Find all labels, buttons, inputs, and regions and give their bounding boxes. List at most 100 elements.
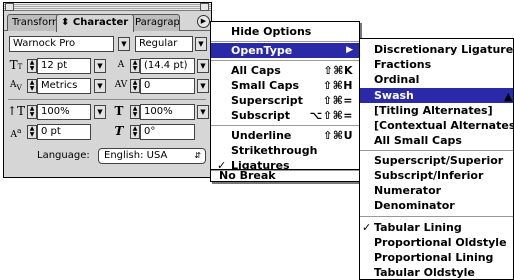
menu-item-titling-alternates[interactable]: [Titling Alternates]: [360, 103, 513, 118]
vertical-scale-dropdown[interactable]: ▼: [94, 105, 106, 119]
kerning-field[interactable]: Metrics: [37, 78, 91, 94]
menu-item-label: Hide Options: [231, 25, 312, 38]
menu-separator: [211, 60, 359, 61]
menu-item-label: No Break: [219, 169, 276, 182]
font-size-dropdown[interactable]: ▼: [94, 59, 106, 73]
palette-divider: [8, 99, 206, 100]
menu-item-label: Discretionary Ligatures: [374, 43, 514, 56]
vertical-scale-field[interactable]: 100%: [37, 104, 91, 120]
menu-item-superscript-superior[interactable]: Superscript/Superior: [360, 153, 513, 168]
menu-item-label: Subscript: [231, 109, 291, 122]
font-style-dropdown[interactable]: ▼: [195, 37, 207, 51]
skew-icon: T: [114, 124, 124, 138]
tracking-field[interactable]: 0: [140, 78, 195, 94]
menu-item-label: Denominator: [374, 199, 455, 212]
palette-titlebar[interactable]: [4, 3, 211, 11]
menu-item-shortcut: ⌥⇧⌘=: [309, 109, 353, 122]
leading-dropdown[interactable]: ▼: [197, 59, 209, 73]
menu-item-tabular-oldstyle[interactable]: Tabular Oldstyle: [360, 265, 513, 279]
kerning-dropdown[interactable]: ▼: [94, 79, 106, 93]
menu-item-tabular-lining[interactable]: ✓ Tabular Lining: [360, 220, 513, 235]
menu-item-numerator[interactable]: Numerator: [360, 183, 513, 198]
skew-field[interactable]: 0°: [140, 124, 195, 140]
vertical-scale-stepper[interactable]: ▲ ▼: [27, 105, 37, 119]
character-palette: Transform ⬍ Character Paragraph ▶ Warnoc…: [3, 2, 212, 178]
menu-item-discretionary-ligatures[interactable]: Discretionary Ligatures: [360, 42, 514, 57]
menu-item-ordinal[interactable]: Ordinal: [360, 72, 513, 87]
menu-item-underline[interactable]: Underline ⇧⌘U: [211, 128, 359, 143]
tracking-icon: AV: [114, 80, 128, 90]
menu-item-label: Ordinal: [374, 73, 420, 86]
checkmark-icon: ✓: [362, 221, 372, 234]
font-family-field[interactable]: Warnock Pro: [9, 36, 114, 52]
tab-transform[interactable]: Transform: [7, 14, 62, 31]
menu-item-hide-options[interactable]: Hide Options: [211, 24, 359, 39]
vertical-scale-icon: ↑T: [7, 104, 26, 118]
font-size-field[interactable]: 12 pt: [37, 58, 91, 74]
updown-arrows-icon: ⇵: [194, 151, 201, 160]
menu-item-label: Numerator: [374, 184, 442, 197]
horizontal-scale-icon: T: [114, 104, 124, 118]
menu-item-subscript[interactable]: Subscript ⌥⇧⌘=: [211, 108, 359, 123]
leading-field[interactable]: (14.4 pt): [140, 58, 195, 74]
kerning-stepper[interactable]: ▲ ▼: [27, 79, 37, 93]
menu-item-proportional-oldstyle[interactable]: Proportional Oldstyle: [360, 235, 513, 250]
menu-item-swash[interactable]: Swash ▲: [360, 88, 513, 103]
skew-stepper[interactable]: ▲ ▼: [130, 125, 140, 139]
font-size-stepper[interactable]: ▲ ▼: [27, 59, 37, 73]
submenu-arrow-icon: ▶: [346, 45, 353, 55]
menu-item-label: OpenType: [231, 44, 293, 57]
language-label: Language:: [37, 150, 90, 161]
close-box[interactable]: [5, 3, 14, 11]
menu-item-all-caps[interactable]: All Caps ⇧⌘K: [211, 63, 359, 78]
horizontal-scale-stepper[interactable]: ▲ ▼: [130, 105, 140, 119]
horizontal-scale-field[interactable]: 100%: [140, 104, 195, 120]
menu-item-label: Tabular Lining: [374, 221, 462, 234]
palette-menu-button[interactable]: ▶: [197, 15, 210, 28]
menu-item-proportional-lining[interactable]: Proportional Lining: [360, 250, 513, 265]
leading-stepper[interactable]: ▲ ▼: [130, 59, 140, 73]
menu-item-superscript[interactable]: Superscript ⇧⌘=: [211, 93, 359, 108]
menu-item-fractions[interactable]: Fractions: [360, 57, 513, 72]
menu-separator: [360, 150, 513, 151]
mouse-pointer-icon: ▲: [504, 90, 513, 103]
leading-icon: A: [117, 60, 125, 70]
menu-item-label: [Contextual Alternates]: [374, 119, 514, 132]
menu-separator: [360, 216, 513, 217]
tab-paragraph[interactable]: Paragraph: [130, 14, 180, 31]
palette-options-menu: Hide Options OpenType ▶ All Caps ⇧⌘K Sma…: [210, 21, 360, 172]
menu-item-small-caps[interactable]: Small Caps ⇧⌘H: [211, 78, 359, 93]
menu-item-shortcut: ⇧⌘U: [323, 129, 353, 142]
menu-item-label: Fractions: [374, 58, 432, 71]
menu-item-all-small-caps[interactable]: All Small Caps: [360, 133, 513, 148]
menu-item-shortcut: ⇧⌘K: [323, 64, 353, 77]
tracking-stepper[interactable]: ▲ ▼: [130, 79, 140, 93]
menu-item-subscript-inferior[interactable]: Subscript/Inferior: [360, 168, 513, 183]
menu-item-label: Underline: [231, 129, 292, 142]
baseline-shift-field[interactable]: 0 pt: [37, 124, 91, 140]
menu-item-label: Tabular Oldstyle: [374, 266, 475, 279]
kerning-icon: AV: [10, 80, 22, 92]
menu-item-label: Strikethrough: [231, 144, 318, 157]
menu-item-label: Swash: [374, 89, 414, 102]
language-value: English: USA: [104, 150, 168, 161]
tab-character[interactable]: ⬍ Character: [56, 14, 134, 32]
menu-item-label: All Small Caps: [374, 134, 462, 147]
opentype-submenu: Discretionary Ligatures Fractions Ordina…: [359, 38, 514, 280]
menu-item-contextual-alternates[interactable]: [Contextual Alternates]: [360, 118, 514, 133]
font-family-dropdown[interactable]: ▼: [118, 37, 130, 51]
baseline-shift-stepper[interactable]: ▲ ▼: [27, 125, 37, 139]
menu-item-no-break[interactable]: No Break: [211, 168, 359, 183]
font-style-field[interactable]: Regular: [135, 36, 193, 52]
horizontal-scale-dropdown[interactable]: ▼: [197, 105, 209, 119]
language-select[interactable]: English: USA ⇵: [98, 148, 206, 164]
tracking-dropdown[interactable]: ▼: [197, 79, 209, 93]
menu-item-label: All Caps: [231, 64, 281, 77]
menu-item-label: Superscript/Superior: [374, 154, 504, 167]
menu-item-denominator[interactable]: Denominator: [360, 198, 513, 213]
menu-item-opentype[interactable]: OpenType ▶: [211, 43, 359, 58]
menu-tail: No Break: [210, 168, 360, 183]
menu-item-strikethrough[interactable]: Strikethrough: [211, 143, 359, 158]
collapse-box[interactable]: [200, 3, 209, 11]
menu-separator: [211, 125, 359, 126]
